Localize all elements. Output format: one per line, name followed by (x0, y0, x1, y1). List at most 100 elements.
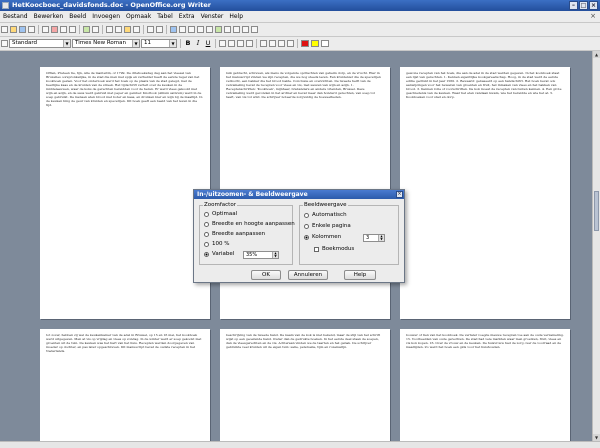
dialog-title: In-/uitzoomen- & Beeldweergave (194, 190, 404, 199)
hyperlink-icon[interactable] (170, 26, 177, 33)
font-color-icon[interactable] (301, 40, 309, 47)
copy-icon[interactable] (115, 26, 122, 33)
chevron-down-icon[interactable]: ▼ (63, 40, 70, 47)
menu-help[interactable]: Help (226, 11, 246, 22)
menu-bewerken[interactable]: Bewerken (31, 11, 67, 22)
radio-icon[interactable] (204, 212, 209, 217)
format-paintbrush-icon[interactable] (133, 26, 140, 33)
radio-selected-icon[interactable] (304, 235, 309, 240)
radio-icon[interactable] (304, 213, 309, 218)
toolbar-separator (38, 25, 39, 34)
radio-icon[interactable] (204, 232, 209, 237)
increase-indent-icon[interactable] (287, 40, 294, 47)
font-size-select[interactable]: 11 ▼ (141, 39, 177, 48)
bold-icon[interactable]: B (184, 39, 192, 48)
new-document-icon[interactable] (1, 26, 8, 33)
document-page-5[interactable]: beschrijving van de tweede hand. De naam… (220, 329, 390, 441)
datasources-icon[interactable] (224, 26, 231, 33)
maximize-icon[interactable]: □ (579, 1, 588, 10)
document-page-4[interactable]: tot zover, hebben zij wel de keukenkamer… (40, 329, 210, 441)
spellcheck-icon[interactable] (83, 26, 90, 33)
paste-icon[interactable] (124, 26, 131, 33)
menu-beeld[interactable]: Beeld (66, 11, 89, 22)
draw-functions-icon[interactable] (188, 26, 195, 33)
decrease-indent-icon[interactable] (278, 40, 285, 47)
table-icon[interactable] (179, 26, 186, 33)
undo-icon[interactable] (147, 26, 154, 33)
email-icon[interactable] (28, 26, 35, 33)
spin-arrows-icon[interactable]: ▲ ▼ (272, 252, 278, 258)
close-document-icon[interactable]: × (589, 12, 597, 20)
align-left-icon[interactable] (219, 40, 226, 47)
zoom-option-fit-width-height[interactable]: Breedte en hoogte aanpassen (204, 221, 295, 228)
italic-icon[interactable]: I (194, 39, 202, 48)
chevron-down-icon[interactable]: ▼ (169, 40, 176, 47)
navigator-icon[interactable] (206, 26, 213, 33)
document-page-3[interactable]: gewone recepten van het boek, die aan de… (400, 67, 570, 319)
align-center-icon[interactable] (228, 40, 235, 47)
spin-arrows-icon[interactable]: ▲ ▼ (378, 235, 384, 241)
open-folder-icon[interactable] (10, 26, 17, 33)
background-color-icon[interactable] (321, 40, 329, 47)
scroll-down-icon[interactable]: ▼ (593, 434, 600, 441)
zoom-icon[interactable] (242, 26, 249, 33)
font-name-select[interactable]: Times New Roman ▼ (72, 39, 140, 48)
menu-venster[interactable]: Venster (198, 11, 227, 22)
find-replace-icon[interactable] (197, 26, 204, 33)
numbering-icon[interactable] (260, 40, 267, 47)
view-option-single-page[interactable]: Enkele pagina (304, 223, 351, 230)
zoom-option-variable[interactable]: Variabel (204, 251, 234, 258)
ok-button[interactable]: OK (251, 270, 281, 280)
view-option-automatic[interactable]: Automatisch (304, 212, 347, 219)
page-4-text: tot zover, hebben zij wel de keukenkamer… (46, 333, 202, 353)
save-icon[interactable] (19, 26, 26, 33)
underline-icon[interactable]: U (204, 39, 212, 48)
bullets-icon[interactable] (269, 40, 276, 47)
view-option-columns[interactable]: Kolommen (304, 234, 341, 241)
checkbox-icon[interactable] (314, 247, 319, 252)
radio-icon[interactable] (304, 224, 309, 229)
toolbar-separator (102, 25, 103, 34)
nonprinting-chars-icon[interactable] (233, 26, 240, 33)
paragraph-style-select[interactable]: Standard ▼ (9, 39, 71, 48)
radio-icon[interactable] (204, 222, 209, 227)
print-preview-icon[interactable] (69, 26, 76, 33)
redo-icon[interactable] (156, 26, 163, 33)
menu-opmaak[interactable]: Opmaak (123, 11, 154, 22)
scrollbar-thumb[interactable] (594, 191, 599, 231)
help-icon[interactable] (251, 26, 258, 33)
dialog-close-icon[interactable]: × (396, 191, 403, 198)
minimize-icon[interactable]: – (569, 1, 578, 10)
highlight-color-icon[interactable] (311, 40, 319, 47)
styles-formatting-icon[interactable] (1, 40, 8, 47)
menu-bestand[interactable]: Bestand (0, 11, 31, 22)
print-icon[interactable] (60, 26, 67, 33)
columns-count-input[interactable]: 3 ▲ ▼ (363, 234, 385, 242)
export-pdf-icon[interactable] (51, 26, 58, 33)
autospellcheck-icon[interactable] (92, 26, 99, 33)
justify-icon[interactable] (246, 40, 253, 47)
scroll-up-icon[interactable]: ▲ (593, 51, 600, 58)
gallery-icon[interactable] (215, 26, 222, 33)
document-page-1[interactable]: Offlen, Preteen tie, fijn, Alle de mante… (40, 67, 210, 319)
document-page-6[interactable]: bouwer of tien van het kookboek. De vert… (400, 329, 570, 441)
radio-selected-icon[interactable] (204, 252, 209, 257)
menu-extra[interactable]: Extra (176, 11, 198, 22)
zoom-option-optimal[interactable]: Optimaal (204, 211, 237, 218)
vertical-scrollbar[interactable]: ▲ ▼ (592, 51, 600, 441)
cut-icon[interactable] (106, 26, 113, 33)
help-button[interactable]: Help (344, 270, 376, 280)
zoom-variable-input[interactable]: 35% ▲ ▼ (243, 251, 279, 259)
menu-tabel[interactable]: Tabel (154, 11, 176, 22)
close-icon[interactable]: × (589, 1, 598, 10)
zoom-option-label: 100 % (212, 241, 230, 247)
cancel-button[interactable]: Annuleren (288, 270, 328, 280)
view-option-book-mode[interactable]: Boekmodus (314, 246, 354, 253)
align-right-icon[interactable] (237, 40, 244, 47)
zoom-option-100[interactable]: 100 % (204, 241, 229, 248)
chevron-down-icon[interactable]: ▼ (132, 40, 139, 47)
radio-icon[interactable] (204, 242, 209, 247)
zoom-option-fit-width[interactable]: Breedte aanpassen (204, 231, 265, 238)
menu-invoegen[interactable]: Invoegen (89, 11, 123, 22)
edit-file-icon[interactable] (42, 26, 49, 33)
